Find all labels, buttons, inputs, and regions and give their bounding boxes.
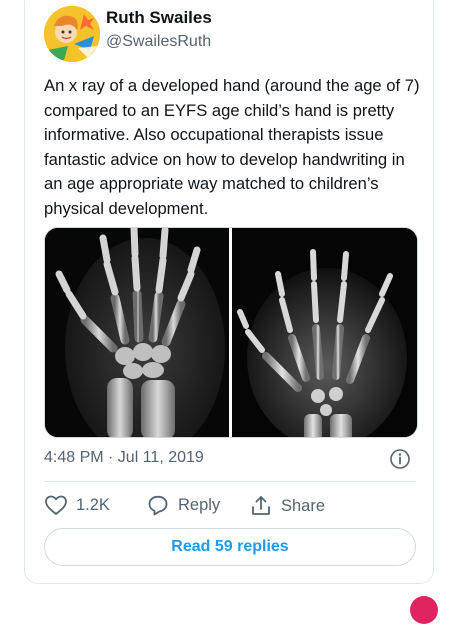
tweet-text: An x ray of a developed hand (around the…	[44, 76, 420, 218]
info-icon-glyph	[390, 449, 410, 469]
avatar-illustration	[44, 6, 100, 62]
action-bar: 1.2K Reply Share	[44, 494, 416, 518]
separator	[44, 481, 416, 482]
like-count: 1.2K	[76, 495, 110, 514]
display-name[interactable]: Ruth Swailes	[106, 8, 212, 28]
tweet-timestamp[interactable]: 4:48 PM · Jul 11, 2019	[44, 449, 204, 467]
notification-dot	[410, 596, 438, 624]
heart-icon	[45, 495, 67, 515]
xray-image-young-hand[interactable]	[232, 228, 417, 437]
share-label: Share	[281, 496, 326, 515]
share-icon	[252, 496, 270, 515]
bottom-strip	[0, 588, 460, 600]
xray-young-hand-illustration	[232, 228, 417, 437]
xray-image-older-hand[interactable]	[45, 228, 229, 437]
tweet-media[interactable]	[44, 227, 418, 438]
reply-label: Reply	[178, 495, 221, 514]
user-handle[interactable]: @SwailesRuth	[106, 33, 211, 51]
read-replies-button[interactable]: Read 59 replies	[44, 528, 416, 566]
like-button[interactable]: 1.2K	[44, 494, 110, 516]
reply-icon	[148, 495, 168, 516]
info-icon[interactable]	[389, 448, 411, 470]
reply-button[interactable]: Reply	[146, 494, 220, 516]
share-button[interactable]: Share	[249, 494, 325, 518]
read-replies-label: Read 59 replies	[171, 538, 289, 555]
avatar[interactable]	[44, 6, 100, 62]
xray-older-hand-illustration	[45, 228, 229, 437]
